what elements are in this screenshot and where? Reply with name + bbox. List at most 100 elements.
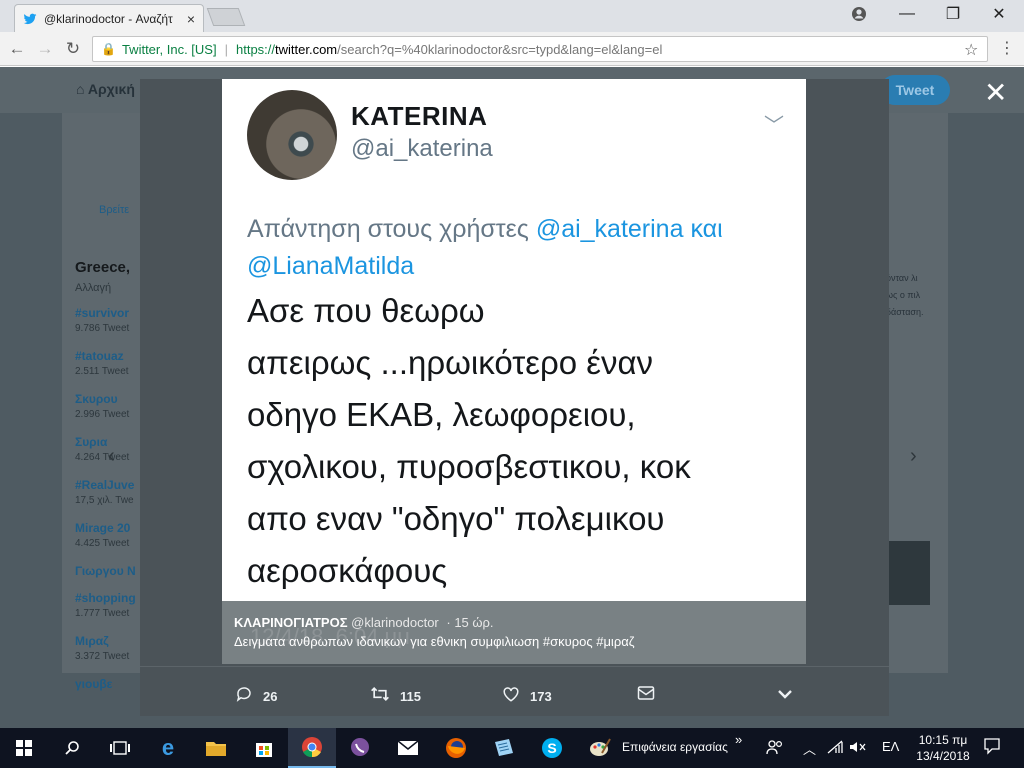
trend-count: 4.264 Tweet [75, 452, 130, 463]
side-thumbnail[interactable] [886, 541, 930, 605]
reply-and: και [690, 215, 723, 243]
tray-expand-icon[interactable]: ︿ [803, 739, 816, 758]
trend-item[interactable]: #RealJuve [75, 478, 134, 492]
next-arrow-icon[interactable]: › [910, 445, 917, 468]
url-host: twitter.com [275, 41, 338, 57]
trend-item[interactable]: Mirage 20 [75, 521, 130, 535]
tweet-caption: 12/4/18, 6:04 μμ ΚΛΑΡΙΝΟΓΙΑΤΡΟΣ @klarino… [222, 601, 806, 664]
trend-item[interactable]: #shopping [75, 591, 136, 605]
task-view-icon[interactable] [96, 728, 144, 768]
skype-icon[interactable]: S [528, 728, 576, 768]
image-author-handle: @ai_katerina [351, 135, 493, 162]
new-tab-button[interactable] [206, 8, 246, 26]
notification-icon[interactable] [983, 737, 1001, 758]
store-icon[interactable] [240, 728, 288, 768]
forward-icon[interactable]: → [34, 38, 56, 60]
trend-item[interactable]: #tatouaz [75, 349, 124, 363]
reply-to-line: Απάντηση στους χρήστες @ai_katerina και … [247, 211, 787, 285]
reload-icon[interactable]: ↻ [62, 38, 84, 60]
volume-icon[interactable] [849, 739, 867, 758]
chrome-icon[interactable] [288, 728, 336, 768]
trend-count: 4.425 Tweet [75, 538, 130, 549]
text-line: απο εναν "οδηγο" πολεμικου [247, 500, 665, 537]
twitter-bird-icon [23, 12, 37, 26]
reply-button[interactable]: 26 [235, 685, 277, 708]
windows-start-icon[interactable] [0, 728, 48, 768]
bookmark-star-icon[interactable]: ☆ [964, 40, 978, 60]
security-label: Twitter, Inc. [US] [121, 41, 217, 57]
avatar [247, 90, 337, 180]
text-line: απειρως ...ηρωικότερο έναν [247, 344, 654, 381]
address-bar[interactable]: 🔒 Twitter, Inc. [US] | https://twitter.c… [92, 36, 988, 62]
trend-item[interactable]: Γιωργου Ν [75, 564, 136, 578]
chevron-down-icon [777, 685, 793, 705]
trends-change-link[interactable]: Αλλαγή [75, 282, 111, 294]
trend-item[interactable]: Μιραζ [75, 634, 109, 648]
mail-icon[interactable] [384, 728, 432, 768]
windows-taskbar: e S Επιφάνεια εργασίας » ︿ ΕΛ 10:15 πμ 1… [0, 728, 1024, 768]
toolbar-expand-icon[interactable]: » [735, 732, 742, 747]
firefox-icon[interactable] [432, 728, 480, 768]
tweet-button[interactable]: Tweet [880, 75, 950, 105]
people-icon[interactable] [766, 739, 784, 758]
trend-item[interactable]: Σκυρου [75, 392, 118, 406]
restore-icon[interactable]: ❐ [930, 0, 976, 28]
caption-text: Δειγματα ανθρωπων ιδανικων για εθνικη συ… [234, 634, 635, 649]
wifi-icon[interactable] [826, 739, 844, 758]
browser-toolbar: ← → ↻ 🔒 Twitter, Inc. [US] | https://twi… [0, 32, 1024, 66]
reply-icon [235, 685, 253, 708]
url-path: /search?q=%40klarinodoctor&src=typd&lang… [337, 41, 663, 57]
trend-item[interactable]: Συρια [75, 435, 107, 449]
side-snippet: δάσταση. [886, 307, 924, 317]
notepad-icon[interactable] [480, 728, 528, 768]
file-explorer-icon[interactable] [192, 728, 240, 768]
like-count: 173 [530, 689, 552, 704]
previous-arrow-icon[interactable]: ‹ [108, 445, 115, 468]
back-icon[interactable]: ← [6, 38, 28, 60]
reply-mention: @LianaMatilda [247, 252, 415, 280]
image-author-name: KATERINA [351, 101, 488, 131]
like-button[interactable]: 173 [502, 685, 552, 708]
heart-icon [502, 685, 520, 708]
trend-count: 2.511 Tweet [75, 366, 129, 377]
caption-author-handle[interactable]: @klarinodoctor [351, 615, 439, 630]
retweet-icon [370, 685, 390, 708]
caption-timestamp[interactable]: · 15 ώρ. [446, 615, 493, 630]
retweet-button[interactable]: 115 [370, 685, 421, 708]
more-options-button[interactable] [777, 685, 803, 705]
language-indicator[interactable]: ΕΛ [882, 739, 899, 754]
edge-icon[interactable]: e [144, 728, 192, 768]
lock-icon: 🔒 [101, 42, 116, 56]
tweet-screenshot-image: KATERINA @ai_katerina ﹀ Απάντηση στους χ… [222, 79, 806, 664]
browser-tab-bar: @klarinodoctor - Αναζήτ × — ❐ ✕ [0, 0, 1024, 32]
retweet-count: 115 [400, 689, 421, 704]
trend-count: 1.777 Tweet [75, 608, 130, 619]
find-people-link[interactable]: Βρείτε [99, 204, 129, 216]
tab-close-icon[interactable]: × [187, 11, 195, 27]
viber-icon[interactable] [336, 728, 384, 768]
search-icon[interactable] [48, 728, 96, 768]
trend-count: 3.372 Tweet [75, 651, 130, 662]
reply-mention: @ai_katerina [535, 215, 684, 243]
text-line: Ασε που θεωρω [247, 292, 485, 329]
clock-time: 10:15 πμ [918, 733, 968, 747]
trend-item[interactable]: γιουβε [75, 677, 112, 691]
profile-icon[interactable] [836, 0, 882, 28]
system-clock[interactable]: 10:15 πμ 13/4/2018 [910, 732, 976, 764]
close-gallery-icon[interactable]: ✕ [984, 76, 1007, 109]
desktop-toolbar-label[interactable]: Επιφάνεια εργασίας [622, 740, 728, 754]
trend-item[interactable]: #survivor [75, 306, 129, 320]
browser-menu-icon[interactable]: ⋮ [999, 38, 1015, 58]
direct-message-button[interactable] [637, 685, 665, 706]
home-nav[interactable]: ⌂ Αρχική [76, 81, 135, 97]
url-scheme: https:// [235, 41, 276, 57]
reply-prefix: Απάντηση στους χρήστες [247, 215, 529, 243]
browser-tab[interactable]: @klarinodoctor - Αναζήτ × [14, 4, 204, 32]
caption-author-name[interactable]: ΚΛΑΡΙΝΟΓΙΑΤΡΟΣ [234, 615, 348, 630]
text-line: σχολικου, πυροσβεστικου, κοκ [247, 448, 691, 485]
window-close-icon[interactable]: ✕ [976, 0, 1022, 28]
minimize-icon[interactable]: — [884, 0, 930, 28]
paint-icon[interactable] [576, 728, 624, 768]
text-line: αεροσκάφους [247, 552, 448, 589]
page-bottom-strip [0, 716, 1024, 728]
